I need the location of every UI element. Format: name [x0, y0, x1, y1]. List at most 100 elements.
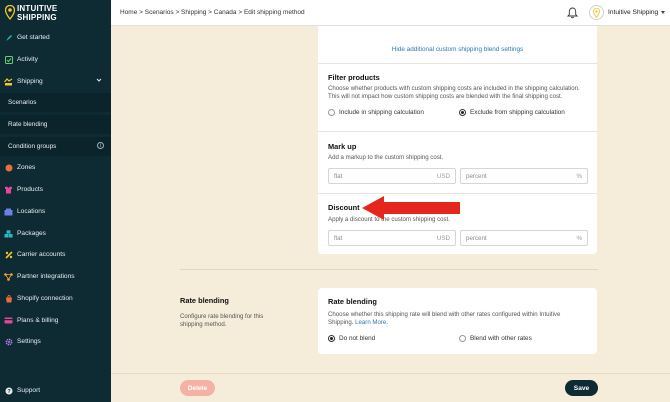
rate-blending-side-title: Rate blending [180, 296, 229, 305]
locations-icon [4, 207, 13, 216]
top-bar: Home > Scenarios > Shipping > Canada > E… [111, 0, 670, 26]
hide-settings-link[interactable]: Hide additional custom shipping blend se… [318, 46, 597, 53]
app-logo[interactable]: INTUITIVE SHIPPING [5, 4, 105, 24]
zones-icon [4, 163, 13, 172]
sidebar-item-partner-integrations[interactable]: Partner integrations [0, 267, 111, 286]
radio-include-in-calculation[interactable]: Include in shipping calculation [328, 109, 424, 116]
divider [318, 131, 597, 132]
discount-title: Discount [328, 203, 360, 212]
products-icon [4, 185, 13, 194]
learn-more-link[interactable]: Learn More. [355, 319, 388, 326]
radio-label: Do not blend [339, 335, 376, 342]
sidebar-item-settings[interactable]: Settings [0, 332, 111, 351]
sidebar-item-packages[interactable]: Packages [0, 224, 111, 243]
radio-label: Exclude from shipping calculation [470, 109, 565, 116]
section-divider [180, 269, 598, 270]
breadcrumb[interactable]: Home > Scenarios > Shipping > Canada > E… [120, 9, 305, 16]
radio-label: Include in shipping calculation [339, 109, 424, 116]
discount-flat-input[interactable]: flat USD [328, 230, 456, 246]
input-unit: USD [436, 235, 450, 242]
sidebar-item-label: Shopify connection [17, 295, 73, 302]
sidebar-item-shipping[interactable]: Shipping [0, 72, 111, 91]
filter-products-description: Choose whether products with custom ship… [328, 85, 580, 101]
sidebar-item-locations[interactable]: Locations [0, 202, 111, 221]
rate-blending-card: Rate blending Choose whether this shippi… [318, 288, 597, 354]
save-button[interactable]: Save [565, 380, 598, 396]
radio-blend-with-other-rates[interactable]: Blend with other rates [459, 335, 532, 342]
input-placeholder: percent [466, 235, 487, 242]
caret-down-icon [661, 11, 666, 14]
location-pin-icon [593, 7, 600, 18]
sidebar-item-label: Products [17, 186, 44, 193]
radio-button[interactable] [459, 335, 466, 342]
account-menu[interactable]: Intuitive Shipping [589, 4, 666, 21]
sidebar-item-products[interactable]: Products [0, 180, 111, 199]
sidebar-item-condition-groups[interactable]: Condition groups i [0, 137, 111, 156]
footer-bar: Delete Save [111, 373, 670, 402]
sidebar-item-rate-blending[interactable]: Rate blending [0, 115, 111, 134]
rocket-icon [4, 33, 13, 42]
sidebar-item-activity[interactable]: Activity [0, 50, 111, 69]
markup-flat-input[interactable]: flat USD [328, 168, 456, 184]
help-icon: ? [4, 386, 13, 395]
sidebar-item-get-started[interactable]: Get started [0, 28, 111, 47]
discount-percent-input[interactable]: percent % [460, 230, 588, 246]
sidebar-item-label: Plans & billing [17, 317, 59, 324]
sidebar-item-shopify-connection[interactable]: Shopify connection [0, 289, 111, 308]
shopify-icon [4, 294, 13, 303]
sidebar-item-label: Partner integrations [17, 273, 75, 280]
bell-icon[interactable] [567, 7, 578, 19]
packages-icon [4, 229, 13, 238]
mark-up-title: Mark up [328, 142, 357, 151]
account-name: Intuitive Shipping [608, 9, 659, 16]
radio-do-not-blend[interactable]: Do not blend [328, 335, 375, 342]
mark-up-description: Add a markup to the custom shipping cost… [328, 154, 444, 161]
divider [318, 193, 597, 194]
sidebar-item-scenarios[interactable]: Scenarios [0, 93, 111, 112]
sidebar-item-plans-billing[interactable]: Plans & billing [0, 311, 111, 330]
sidebar-item-label: Shipping [17, 78, 43, 85]
sidebar-item-label: Activity [17, 56, 38, 63]
input-placeholder: flat [334, 173, 343, 180]
sidebar-item-zones[interactable]: Zones [0, 158, 111, 177]
radio-exclude-from-calculation[interactable]: Exclude from shipping calculation [459, 109, 565, 116]
sidebar-item-label: Zones [17, 164, 36, 171]
input-unit: % [576, 173, 582, 180]
markup-percent-input[interactable]: percent % [460, 168, 588, 184]
radio-button-selected[interactable] [459, 109, 466, 116]
sidebar-item-carrier-accounts[interactable]: Carrier accounts [0, 245, 111, 264]
rate-blending-title: Rate blending [328, 297, 377, 306]
input-unit: USD [436, 173, 450, 180]
sidebar-item-label: Packages [17, 230, 46, 237]
sidebar-item-label: Settings [17, 338, 41, 345]
info-icon[interactable]: i [97, 142, 104, 149]
radio-button-selected[interactable] [328, 335, 335, 342]
delete-button[interactable]: Delete [180, 380, 215, 396]
input-unit: % [576, 235, 582, 242]
sidebar-item-label: Locations [17, 208, 46, 215]
gear-icon [4, 337, 13, 346]
partner-icon [4, 272, 13, 281]
carrier-icon [4, 250, 13, 259]
activity-icon [4, 55, 13, 64]
radio-label: Blend with other rates [470, 335, 532, 342]
sidebar-item-label: Condition groups [8, 143, 57, 150]
sidebar-item-support[interactable]: ? Support [0, 381, 111, 400]
divider [318, 63, 597, 64]
rate-blending-side-description: Configure rate blending for this shippin… [180, 313, 264, 329]
chevron-down-icon [96, 78, 102, 82]
input-placeholder: percent [466, 173, 487, 180]
sidebar-item-label: Support [17, 387, 41, 394]
sidebar-item-label: Scenarios [8, 99, 37, 106]
sidebar-item-label: Get started [17, 34, 50, 41]
sidebar-item-label: Carrier accounts [17, 251, 66, 258]
billing-icon [4, 316, 13, 325]
annotation-arrow [362, 196, 460, 220]
filter-products-title: Filter products [328, 73, 380, 82]
sidebar: INTUITIVE SHIPPING Get started Activity … [0, 0, 111, 402]
sidebar-item-label: Rate blending [8, 121, 48, 128]
input-placeholder: flat [334, 235, 343, 242]
avatar [589, 5, 604, 20]
rate-blending-description: Choose whether this shipping rate will b… [328, 311, 561, 327]
radio-button[interactable] [328, 109, 335, 116]
